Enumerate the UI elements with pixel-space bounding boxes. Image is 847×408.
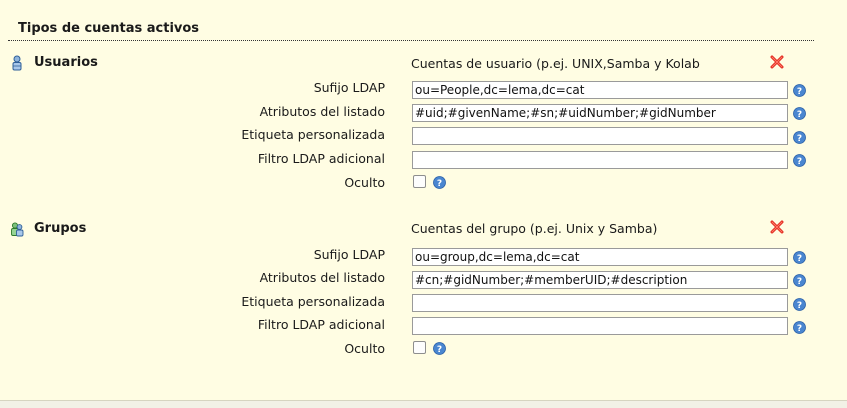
- hidden-label: Oculto: [344, 341, 385, 356]
- svg-text:?: ?: [437, 345, 442, 355]
- help-icon[interactable]: ?: [793, 251, 806, 264]
- svg-text:?: ?: [797, 110, 802, 120]
- hidden-checkbox[interactable]: [413, 175, 426, 188]
- ldap-filter-label: Filtro LDAP adicional: [257, 151, 385, 166]
- account-type-name: Grupos: [34, 221, 87, 236]
- svg-text:?: ?: [437, 179, 442, 189]
- hidden-label: Oculto: [344, 175, 385, 190]
- remove-account-type-button[interactable]: [770, 220, 784, 234]
- account-type-name: Usuarios: [34, 55, 98, 70]
- ldap-suffix-input[interactable]: [412, 81, 788, 99]
- list-attributes-input[interactable]: [412, 271, 788, 289]
- account-type-description: Cuentas del grupo (p.ej. Unix y Samba): [411, 221, 658, 236]
- ldap-filter-label: Filtro LDAP adicional: [257, 317, 385, 332]
- svg-text:?: ?: [797, 157, 802, 167]
- help-icon[interactable]: ?: [793, 154, 806, 167]
- custom-label-label: Etiqueta personalizada: [241, 294, 385, 309]
- svg-text:?: ?: [797, 87, 802, 97]
- svg-text:?: ?: [797, 324, 802, 334]
- section-title: Tipos de cuentas activos: [18, 21, 200, 36]
- help-icon[interactable]: ?: [793, 131, 806, 144]
- ldap-filter-input[interactable]: [412, 317, 788, 335]
- remove-account-type-button[interactable]: [770, 55, 784, 69]
- svg-text:?: ?: [797, 301, 802, 311]
- hidden-checkbox[interactable]: [413, 341, 426, 354]
- list-attributes-label: Atributos del listado: [259, 270, 385, 285]
- help-icon[interactable]: ?: [433, 176, 446, 189]
- section-divider: [8, 40, 814, 41]
- svg-text:?: ?: [797, 277, 802, 287]
- user-icon: [12, 55, 22, 71]
- group-icon: [11, 222, 24, 237]
- custom-label-input[interactable]: [412, 294, 788, 312]
- ldap-suffix-input[interactable]: [412, 248, 788, 266]
- help-icon[interactable]: ?: [433, 342, 446, 355]
- ldap-suffix-label: Sufijo LDAP: [313, 80, 385, 95]
- list-attributes-input[interactable]: [412, 104, 788, 122]
- list-attributes-label: Atributos del listado: [259, 104, 385, 119]
- ldap-suffix-label: Sufijo LDAP: [313, 247, 385, 262]
- svg-text:?: ?: [797, 134, 802, 144]
- custom-label-label: Etiqueta personalizada: [241, 127, 385, 142]
- ldap-filter-input[interactable]: [412, 151, 788, 169]
- help-icon[interactable]: ?: [793, 321, 806, 334]
- account-type-description: Cuentas de usuario (p.ej. UNIX,Samba y K…: [411, 56, 700, 71]
- help-icon[interactable]: ?: [793, 274, 806, 287]
- custom-label-input[interactable]: [412, 127, 788, 145]
- help-icon[interactable]: ?: [793, 107, 806, 120]
- svg-text:?: ?: [797, 254, 802, 264]
- help-icon[interactable]: ?: [793, 84, 806, 97]
- help-icon[interactable]: ?: [793, 298, 806, 311]
